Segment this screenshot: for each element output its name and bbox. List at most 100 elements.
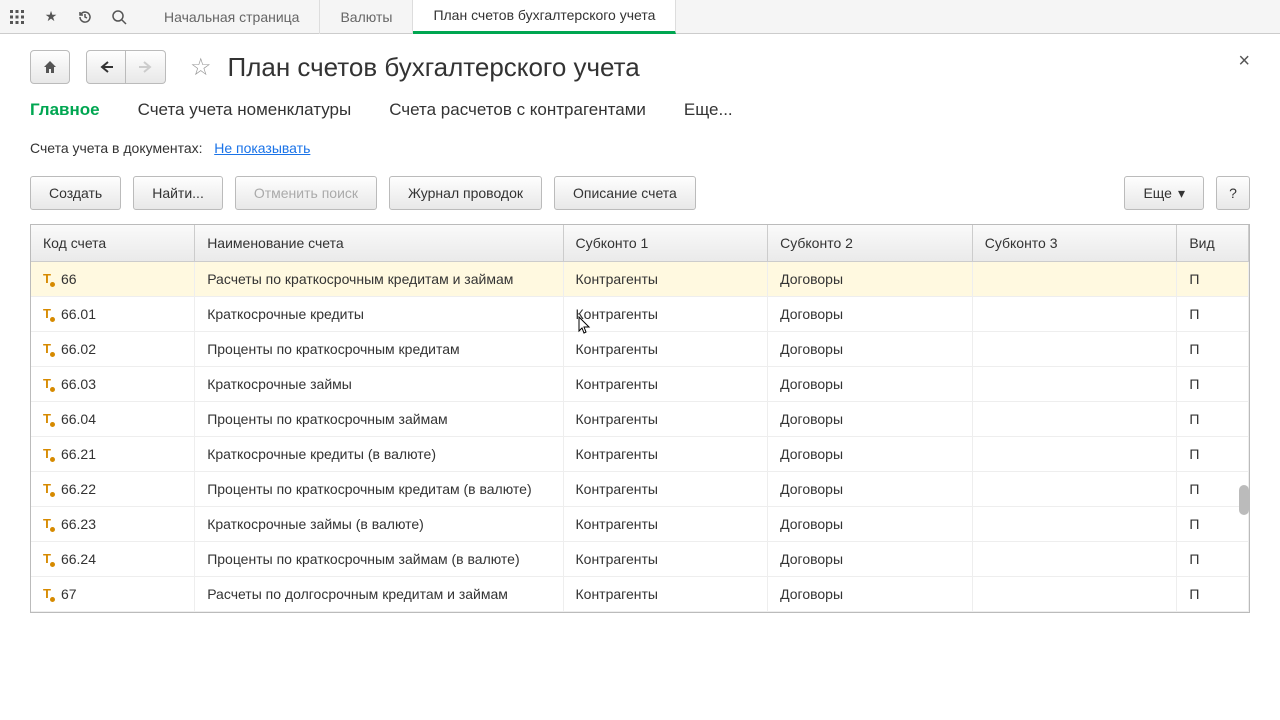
history-icon[interactable]	[68, 0, 102, 34]
page-tab-counterparties[interactable]: Счета расчетов с контрагентами	[389, 100, 646, 120]
cell-code: 67	[61, 586, 77, 602]
journal-button[interactable]: Журнал проводок	[389, 176, 542, 210]
cell-sub2: Договоры	[768, 332, 973, 367]
cell-sub1: Контрагенты	[563, 437, 768, 472]
cell-code: 66.24	[61, 551, 96, 567]
cell-code: 66.23	[61, 516, 96, 532]
page-tab-more[interactable]: Еще...	[684, 100, 733, 120]
cell-name: Краткосрочные кредиты	[195, 297, 563, 332]
cell-vid: П	[1177, 437, 1249, 472]
cell-sub2: Договоры	[768, 577, 973, 612]
chevron-down-icon: ▾	[1178, 185, 1185, 202]
nav-forward-button	[126, 50, 166, 84]
cell-vid: П	[1177, 367, 1249, 402]
tab-home[interactable]: Начальная страница	[144, 0, 320, 34]
favorite-star-icon[interactable]: ☆	[190, 53, 212, 82]
tab-currencies[interactable]: Валюты	[320, 0, 413, 34]
account-icon: T	[43, 551, 51, 566]
col-sub1[interactable]: Субконто 1	[563, 225, 768, 262]
table-row[interactable]: T66.21 Краткосрочные кредиты (в валюте) …	[31, 437, 1249, 472]
cell-code: 66.02	[61, 341, 96, 357]
description-button[interactable]: Описание счета	[554, 176, 696, 210]
cell-vid: П	[1177, 297, 1249, 332]
cell-sub3	[972, 402, 1177, 437]
more-button[interactable]: Еще ▾	[1124, 176, 1204, 210]
account-icon: T	[43, 411, 51, 426]
account-icon: T	[43, 341, 51, 356]
cell-vid: П	[1177, 332, 1249, 367]
cell-name: Расчеты по краткосрочным кредитам и займ…	[195, 262, 563, 297]
cell-sub3	[972, 332, 1177, 367]
cell-sub3	[972, 437, 1177, 472]
col-vid[interactable]: Вид	[1177, 225, 1249, 262]
cell-vid: П	[1177, 262, 1249, 297]
table-row[interactable]: T66.04 Проценты по краткосрочным займам …	[31, 402, 1249, 437]
account-icon: T	[43, 446, 51, 461]
page-title: План счетов бухгалтерского учета	[228, 52, 640, 83]
cell-vid: П	[1177, 402, 1249, 437]
cell-sub3	[972, 297, 1177, 332]
col-name[interactable]: Наименование счета	[195, 225, 563, 262]
col-sub3[interactable]: Субконто 3	[972, 225, 1177, 262]
cell-sub2: Договоры	[768, 297, 973, 332]
table-row[interactable]: T66.22 Проценты по краткосрочным кредита…	[31, 472, 1249, 507]
apps-icon[interactable]	[0, 0, 34, 34]
cell-sub3	[972, 367, 1177, 402]
cell-sub1: Контрагенты	[563, 542, 768, 577]
top-toolbar: ★ Начальная страница Валюты План счетов …	[0, 0, 1280, 34]
accounts-table-wrap: Код счета Наименование счета Субконто 1 …	[30, 224, 1250, 613]
cell-sub2: Договоры	[768, 507, 973, 542]
page-tab-main[interactable]: Главное	[30, 100, 100, 120]
filter-label: Счета учета в документах:	[30, 140, 203, 156]
create-button[interactable]: Создать	[30, 176, 121, 210]
find-button[interactable]: Найти...	[133, 176, 223, 210]
account-icon: T	[43, 586, 51, 601]
account-icon: T	[43, 516, 51, 531]
cell-vid: П	[1177, 507, 1249, 542]
close-icon[interactable]: ×	[1238, 50, 1250, 73]
filter-link[interactable]: Не показывать	[214, 140, 310, 156]
table-row[interactable]: T66.02 Проценты по краткосрочным кредита…	[31, 332, 1249, 367]
page-tab-nomenclature[interactable]: Счета учета номенклатуры	[138, 100, 352, 120]
table-row[interactable]: T66.03 Краткосрочные займы Контрагенты Д…	[31, 367, 1249, 402]
tab-chart-of-accounts[interactable]: План счетов бухгалтерского учета	[413, 0, 676, 34]
col-sub2[interactable]: Субконто 2	[768, 225, 973, 262]
cell-code: 66.22	[61, 481, 96, 497]
scrollbar-thumb[interactable]	[1239, 485, 1249, 515]
nav-back-button[interactable]	[86, 50, 126, 84]
cell-sub2: Договоры	[768, 472, 973, 507]
cell-name: Расчеты по долгосрочным кредитам и займа…	[195, 577, 563, 612]
cancel-search-button: Отменить поиск	[235, 176, 377, 210]
table-row[interactable]: T66.23 Краткосрочные займы (в валюте) Ко…	[31, 507, 1249, 542]
cell-sub1: Контрагенты	[563, 472, 768, 507]
cell-sub2: Договоры	[768, 437, 973, 472]
cell-name: Проценты по краткосрочным займам	[195, 402, 563, 437]
account-icon: T	[43, 271, 51, 286]
cell-sub1: Контрагенты	[563, 332, 768, 367]
cell-name: Краткосрочные займы	[195, 367, 563, 402]
cell-sub3	[972, 472, 1177, 507]
cell-sub2: Договоры	[768, 402, 973, 437]
cell-sub3	[972, 542, 1177, 577]
cell-sub2: Договоры	[768, 542, 973, 577]
cell-sub1: Контрагенты	[563, 262, 768, 297]
help-button[interactable]: ?	[1216, 176, 1250, 210]
account-icon: T	[43, 481, 51, 496]
star-toolbar-icon[interactable]: ★	[34, 0, 68, 34]
cell-name: Краткосрочные займы (в валюте)	[195, 507, 563, 542]
table-row[interactable]: T 66 Расчеты по краткосрочным кредитам и …	[31, 262, 1249, 297]
cell-code: 66.01	[61, 306, 96, 322]
col-code[interactable]: Код счета	[31, 225, 195, 262]
cell-sub1: Контрагенты	[563, 297, 768, 332]
table-row[interactable]: T66.24 Проценты по краткосрочным займам …	[31, 542, 1249, 577]
cell-sub1: Контрагенты	[563, 402, 768, 437]
table-row[interactable]: T 67 Расчеты по долгосрочным кредитам и з…	[31, 577, 1249, 612]
cell-sub1: Контрагенты	[563, 367, 768, 402]
cell-sub3	[972, 262, 1177, 297]
cell-code: 66	[61, 271, 77, 287]
nav-home-button[interactable]	[30, 50, 70, 84]
search-toolbar-icon[interactable]	[102, 0, 136, 34]
table-row[interactable]: T66.01 Краткосрочные кредиты Контрагенты…	[31, 297, 1249, 332]
cell-vid: П	[1177, 472, 1249, 507]
cell-vid: П	[1177, 542, 1249, 577]
